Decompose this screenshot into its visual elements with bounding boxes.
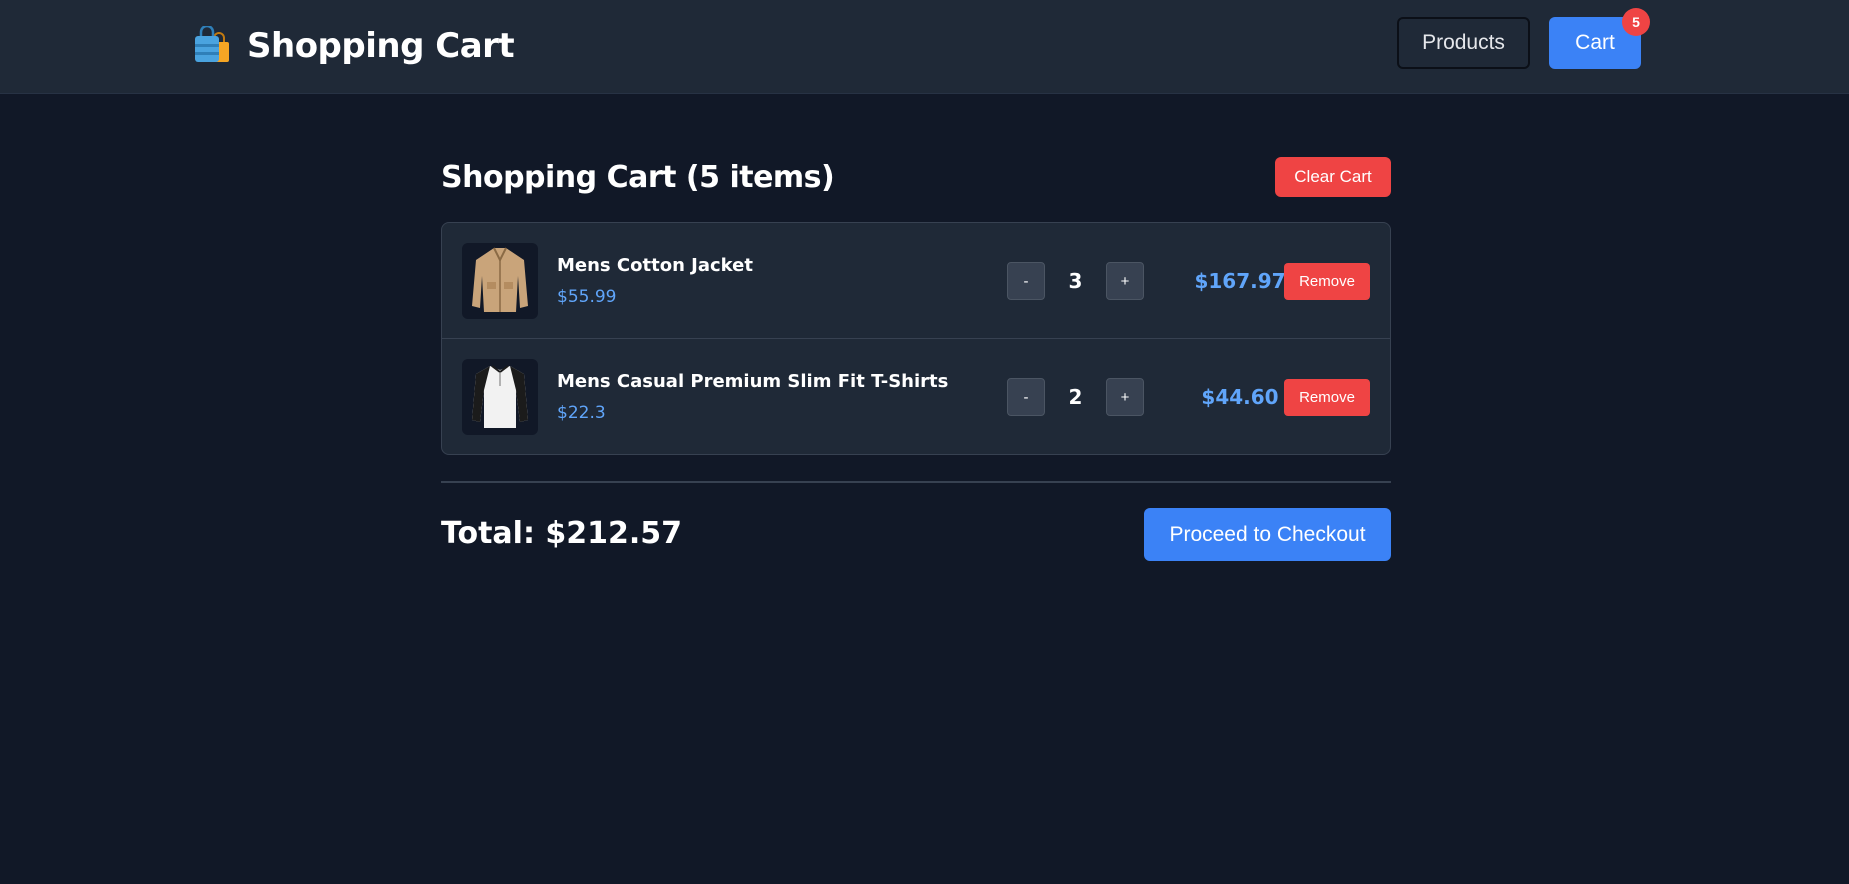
app-title: Shopping Cart [247,26,515,66]
increase-quantity-button[interactable]: + [1106,378,1144,416]
clear-cart-button[interactable]: Clear Cart [1275,157,1391,197]
increase-quantity-button[interactable]: + [1106,262,1144,300]
cart-item: Mens Casual Premium Slim Fit T-Shirts $2… [442,339,1390,454]
tshirt-image [462,359,538,435]
item-name: Mens Cotton Jacket [557,255,753,276]
item-unit-price: $22.3 [557,403,606,423]
checkout-button[interactable]: Proceed to Checkout [1144,508,1391,561]
item-quantity: 2 [1068,385,1083,409]
remove-item-button[interactable]: Remove [1284,263,1370,300]
item-name: Mens Casual Premium Slim Fit T-Shirts [557,371,949,392]
cart-items-list: Mens Cotton Jacket $55.99 - 3 + $167.97 … [441,222,1391,455]
shopping-bags-icon [193,24,233,66]
decrease-quantity-button[interactable]: - [1007,378,1045,416]
cart-count-badge: 5 [1622,8,1650,36]
summary-divider [441,481,1391,483]
item-quantity: 3 [1068,269,1083,293]
top-navigation-bar: Shopping Cart Products Cart 5 [0,0,1849,94]
page-title: Shopping Cart (5 items) [441,160,835,195]
cart-total: Total: $212.57 [441,516,683,551]
cart-item: Mens Cotton Jacket $55.99 - 3 + $167.97 … [442,223,1390,339]
nav-products-button[interactable]: Products [1397,17,1530,69]
jacket-image [462,243,538,319]
decrease-quantity-button[interactable]: - [1007,262,1045,300]
item-unit-price: $55.99 [557,287,617,307]
remove-item-button[interactable]: Remove [1284,379,1370,416]
brand: Shopping Cart [193,24,515,68]
